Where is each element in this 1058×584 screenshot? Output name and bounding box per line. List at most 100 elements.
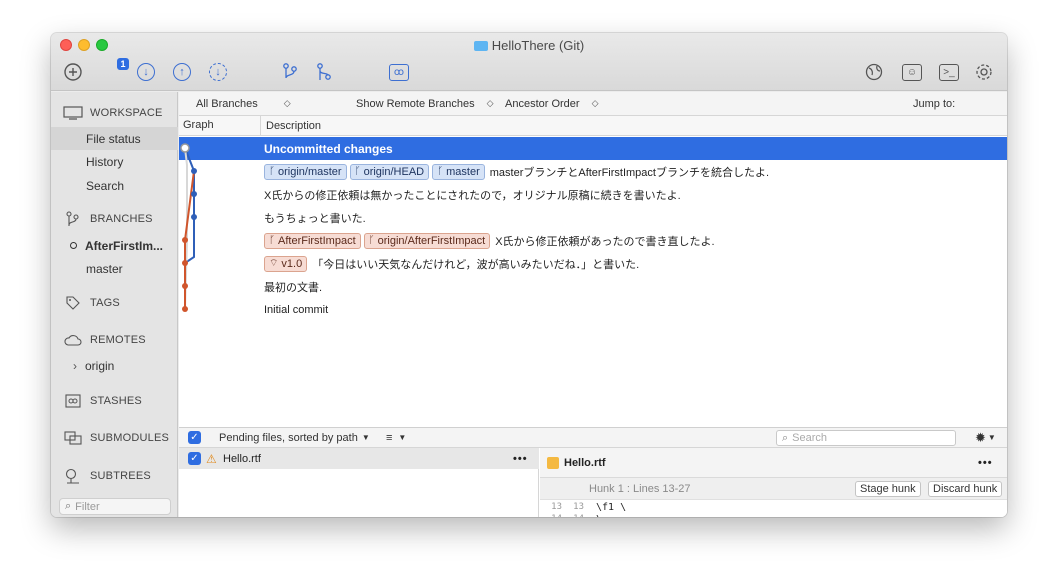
commit-row[interactable]: Initial commit <box>179 298 1007 321</box>
more-options-icon[interactable]: ••• <box>513 453 528 465</box>
diff-line: 13 13 \f1 \ <box>540 501 1007 513</box>
chevron-down-icon: ▼ <box>398 433 407 442</box>
commit-description: もうちょっと書いた. <box>264 210 366 226</box>
sidebar-item-remote-origin[interactable]: › origin <box>51 354 178 377</box>
sidebar-item-search[interactable]: Search <box>51 174 178 197</box>
more-options-icon[interactable]: ••• <box>978 457 993 469</box>
view-mode-dropdown[interactable]: ≡ ▼ <box>386 432 406 444</box>
graph-node <box>180 143 190 153</box>
sidebar-filter-input[interactable]: ⌕ Filter <box>59 498 171 515</box>
order-dropdown[interactable]: Ancestor Order ◇ <box>505 98 599 110</box>
remote-branches-dropdown[interactable]: Show Remote Branches ◇ <box>356 98 494 110</box>
commit-row[interactable]: ᚴ AfterFirstImpact ᚴ origin/AfterFirstImpac… <box>179 229 1007 252</box>
commit-count-badge: 1 <box>117 58 129 70</box>
pending-sort-dropdown[interactable]: Pending files, sorted by path ▼ <box>219 432 370 444</box>
column-graph[interactable]: Graph <box>183 119 214 131</box>
pending-files-bar: ✓ Pending files, sorted by path ▼ ≡ ▼ ⌕ … <box>179 427 1007 448</box>
gear-icon: ✹ <box>975 429 986 445</box>
push-icon: ↑ <box>173 63 191 81</box>
commit-message: X氏からの修正依頼は無かったことにされたので，オリジナル原稿に続きを書いたよ. <box>264 189 681 202</box>
ref-label: origin/master <box>278 165 342 178</box>
pending-file-list: ✓ ⚠ Hello.rtf ••• <box>179 448 539 517</box>
file-row[interactable]: ✓ ⚠ Hello.rtf ••• <box>179 448 539 469</box>
show-in-finder-button[interactable]: ☺ <box>901 61 923 83</box>
warning-icon: ⚠ <box>206 451 217 466</box>
sidebar-item-file-status[interactable]: File status <box>51 127 178 150</box>
commit-row[interactable]: ᚴ origin/master ᚴ origin/HEAD ᚴ master masterブ… <box>179 160 1007 183</box>
discard-hunk-button[interactable]: Discard hunk <box>928 481 1003 497</box>
actions-gear-button[interactable]: ✹ ▼ <box>975 430 996 446</box>
stash-button[interactable]: ꝏ <box>388 61 410 83</box>
commit-button[interactable] <box>62 61 84 83</box>
stash-icon: ꝏ <box>389 63 409 81</box>
sidebar-section-workspace[interactable]: WORKSPACE <box>51 100 178 126</box>
commit-graph <box>180 143 197 312</box>
sidebar-section-label: SUBMODULES <box>90 432 170 444</box>
commit-description: Uncommitted changes <box>264 142 393 156</box>
commit-row[interactable]: もうちょっと書いた. <box>179 206 1007 229</box>
pull-button[interactable]: ↓ <box>135 61 157 83</box>
stage-all-checkbox[interactable]: ✓ <box>188 431 201 444</box>
merge-button[interactable] <box>313 61 335 83</box>
commit-row[interactable]: Uncommitted changes <box>179 137 1007 160</box>
cloud-icon <box>62 332 84 348</box>
ref-tag[interactable]: ⌔ v1.0 <box>264 255 308 272</box>
sidebar-section-stashes[interactable]: STASHES <box>51 388 178 414</box>
sidebar-section-branches[interactable]: BRANCHES <box>51 206 178 232</box>
ref-tag[interactable]: ᚴ AfterFirstImpact <box>264 232 361 249</box>
line-number: 13 <box>551 502 562 512</box>
sidebar-section-label: SUBTREES <box>90 470 151 482</box>
settings-button[interactable] <box>973 61 995 83</box>
list-icon: ≡ <box>386 431 393 444</box>
sidebar-item-branch-master[interactable]: master <box>51 257 178 280</box>
branch-icon: ᚴ <box>437 166 444 177</box>
branches-dropdown[interactable]: All Branches ◇ <box>196 98 291 110</box>
commit-message: もうちょっと書いた. <box>264 212 366 225</box>
sidebar-section-label: BRANCHES <box>90 213 153 225</box>
column-description[interactable]: Description <box>260 116 321 136</box>
commit-message: 「今日はいい天気なんだけれど，波が高いみたいだね．」と書いた. <box>312 258 640 271</box>
ref-tag[interactable]: ᚴ master <box>432 163 485 180</box>
commit-description: ᚴ origin/master ᚴ origin/HEAD ᚴ master masterブ… <box>264 163 769 180</box>
gear-icon <box>976 64 992 80</box>
submodule-icon <box>62 430 84 446</box>
graph-node <box>182 260 188 266</box>
sidebar-section-submodules[interactable]: SUBMODULES <box>51 425 178 451</box>
push-button[interactable]: ↑ <box>171 61 193 83</box>
search-icon: ⌕ <box>782 431 789 444</box>
remote-branches-label: Show Remote Branches <box>356 97 475 110</box>
commit-row[interactable]: ⌔ v1.0 「今日はいい天気なんだけれど，波が高いみたいだね．」と書いた. <box>179 252 1007 275</box>
main-pane: All Branches ◇ Show Remote Branches ◇ An… <box>179 92 1007 517</box>
jump-to-label: Jump to: <box>913 97 956 110</box>
commit-plus-icon <box>64 63 82 81</box>
remote-button[interactable] <box>863 61 885 83</box>
file-search-input[interactable]: ⌕ Search <box>776 430 956 446</box>
sidebar-section-subtrees[interactable]: SUBTREES <box>51 463 178 489</box>
fetch-button[interactable]: ↓ <box>207 61 229 83</box>
stage-hunk-button[interactable]: Stage hunk <box>855 481 921 497</box>
graph-node <box>191 168 197 174</box>
branch-button[interactable] <box>279 61 301 83</box>
commit-row[interactable]: X氏からの修正依頼は無かったことにされたので，オリジナル原稿に続きを書いたよ. <box>179 183 1007 206</box>
search-icon: ⌕ <box>65 500 72 512</box>
commit-row[interactable]: 最初の文書. <box>179 275 1007 298</box>
branch-label: AfterFirstIm... <box>85 238 164 253</box>
file-stage-checkbox[interactable]: ✓ <box>188 452 201 465</box>
sidebar-section-remotes[interactable]: REMOTES <box>51 327 178 353</box>
line-number: 14 <box>540 514 562 517</box>
diff-line-text: \f1 \ <box>596 501 627 513</box>
app-window: HelloThere (Git) 1 ↓ ↑ ↓ ꝏ ☺ >_ WORKSPAC… <box>51 33 1007 517</box>
ref-tag[interactable]: ᚴ origin/master <box>264 163 347 180</box>
sidebar-section-tags[interactable]: TAGS <box>51 290 178 316</box>
sidebar-item-branch-current[interactable]: AfterFirstIm... <box>51 234 178 257</box>
ref-tag[interactable]: ᚴ origin/HEAD <box>349 163 430 180</box>
terminal-button[interactable]: >_ <box>938 61 960 83</box>
branch-icon <box>62 211 84 227</box>
file-modified-icon <box>547 456 559 469</box>
diff-line-text: \ <box>596 514 602 518</box>
sidebar-item-history[interactable]: History <box>51 150 178 173</box>
current-branch-icon <box>70 242 77 249</box>
commit-message: Uncommitted changes <box>264 141 393 156</box>
ref-tag[interactable]: ᚴ origin/AfterFirstImpact <box>363 232 491 249</box>
globe-icon <box>865 63 883 81</box>
